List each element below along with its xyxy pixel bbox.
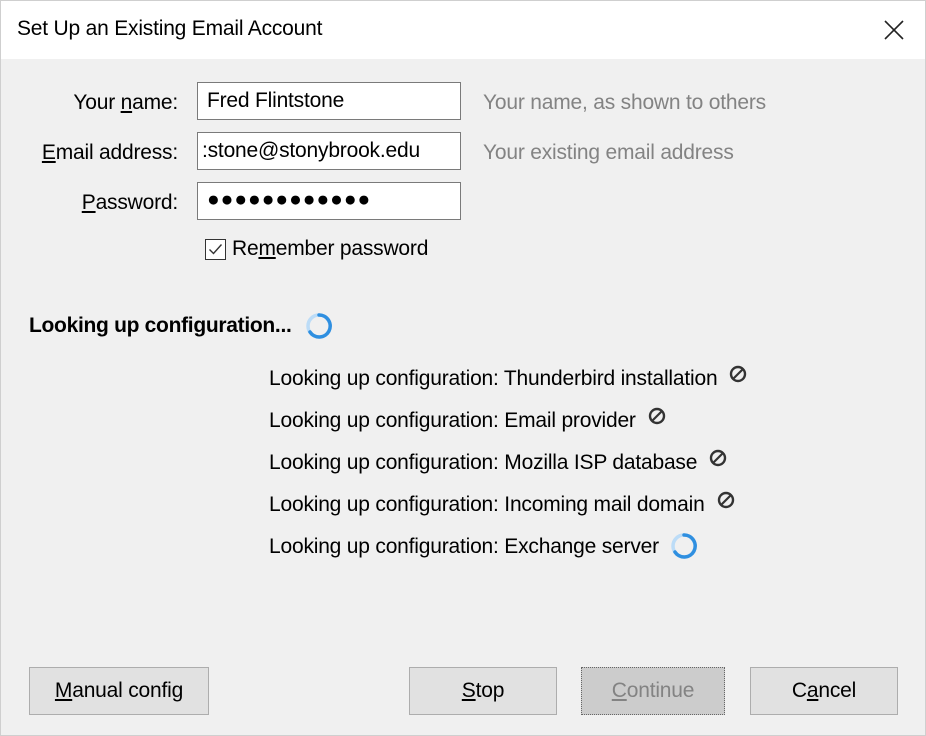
spinner-icon [671,533,697,559]
your-name-label: Your name: [8,91,178,115]
label-text: Re [232,237,259,260]
accesskey: m [258,237,276,260]
remember-password-label: Remember password [232,237,428,261]
accesskey: P [81,191,96,214]
checkbox-box[interactable] [205,238,226,260]
blocked-icon [648,407,665,425]
accesskey: E [41,141,56,164]
continue-button[interactable]: Continue [581,667,725,715]
label-text: assword: [95,191,179,214]
close-button[interactable] [875,11,913,49]
accesskey: C [611,679,627,702]
lookup-step-text: Looking up configuration: Exchange serve… [269,535,659,558]
your-name-input[interactable]: Fred Flintstone [197,82,461,120]
remember-password-checkbox[interactable]: Remember password [205,237,428,261]
lookup-step-text: Looking up configuration: Incoming mail … [269,493,705,516]
email-address-label: Email address: [8,141,178,165]
lookup-step: Looking up configuration: Mozilla ISP da… [269,447,749,489]
email-address-hint: Your existing email address [483,141,734,164]
accesskey: a [806,679,819,702]
button-label: C [791,679,807,702]
spinner-icon [305,313,332,339]
lookup-step: Looking up configuration: Email provider [269,405,749,447]
lookup-step: Looking up configuration: Exchange serve… [269,531,749,573]
button-label: ontinue [626,679,695,702]
lookup-status: Looking up configuration... [29,311,334,341]
lookup-step: Looking up configuration: Thunderbird in… [269,363,749,405]
button-label: ncel [818,679,857,702]
lookup-step-text: Looking up configuration: Mozilla ISP da… [269,451,698,474]
lookup-step-text: Looking up configuration: Thunderbird in… [269,367,718,390]
checkmark-icon [209,243,223,255]
manual-config-button[interactable]: Manual config [29,667,209,715]
button-label: top [475,679,505,702]
lookup-steps-list: Looking up configuration: Thunderbird in… [269,363,749,573]
password-input[interactable]: ●●●●●●●●●●●● [197,182,461,220]
blocked-icon [717,491,734,509]
label-text: ame: [132,91,178,114]
label-text: Your [73,91,121,114]
your-name-hint: Your name, as shown to others [483,91,766,114]
accesskey: n [120,91,133,114]
title-bar: Set Up an Existing Email Account [1,1,925,59]
blocked-icon [710,449,727,467]
lookup-status-text: Looking up configuration... [29,314,292,337]
label-text: ember password [275,237,429,260]
lookup-step-text: Looking up configuration: Email provider [269,409,636,432]
email-address-input[interactable]: :stone@stonybrook.edu [197,132,461,170]
accesskey: S [461,679,476,702]
blocked-icon [730,365,747,383]
stop-button[interactable]: Stop [409,667,557,715]
button-label: anual config [72,679,184,702]
cancel-button[interactable]: Ca ncel [750,667,898,715]
close-icon [884,20,904,40]
label-text: mail address: [55,141,178,164]
dialog-title: Set Up an Existing Email Account [17,17,323,40]
setup-email-dialog: Set Up an Existing Email Account Your na… [0,0,926,736]
accesskey: M [54,679,73,702]
password-label: Password: [8,191,178,215]
lookup-step: Looking up configuration: Incoming mail … [269,489,749,531]
